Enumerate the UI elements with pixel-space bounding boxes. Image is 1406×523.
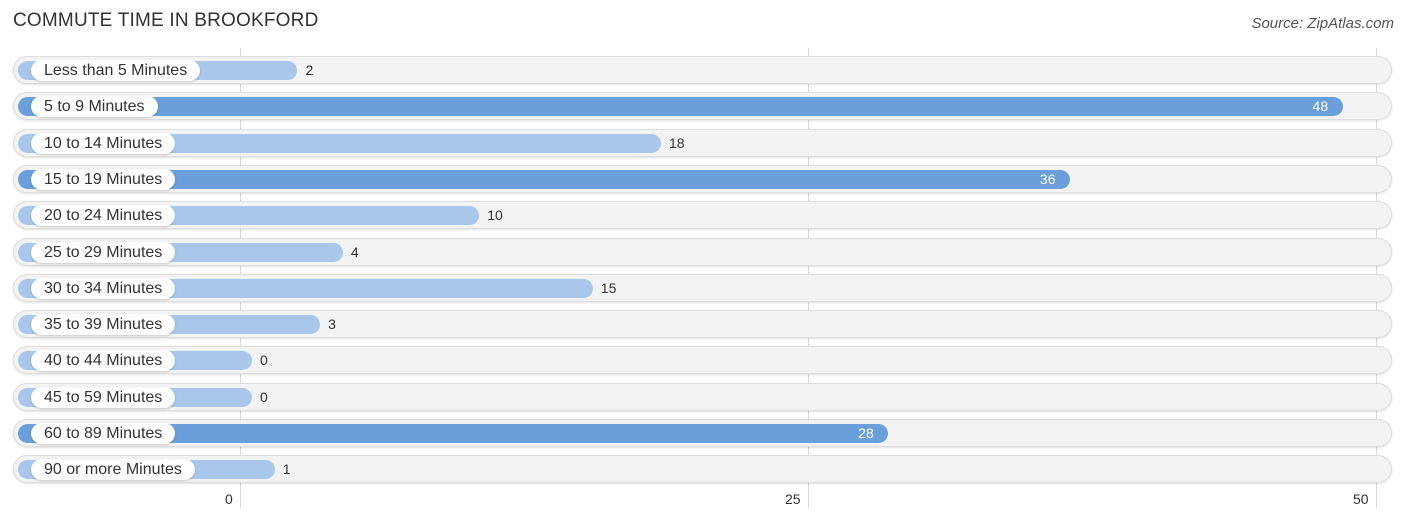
category-label: 5 to 9 Minutes <box>31 95 158 117</box>
value-label: 18 <box>668 135 685 151</box>
category-label: 90 or more Minutes <box>31 458 195 480</box>
category-label: 20 to 24 Minutes <box>31 204 176 226</box>
x-tick-label: 0 <box>225 491 233 507</box>
value-label: 4 <box>350 244 359 260</box>
value-label: 2 <box>305 62 314 78</box>
x-tick-label: 25 <box>785 491 801 507</box>
value-label: 0 <box>260 389 268 405</box>
x-tick-label: 50 <box>1353 491 1369 507</box>
value-label: 10 <box>487 207 503 223</box>
category-label: 25 to 29 Minutes <box>31 241 176 263</box>
category-label: 45 to 59 Minutes <box>31 386 176 408</box>
bar <box>18 96 1343 116</box>
bar-chart: Less than 5 Minutes 2 5 to 9 Minutes 48 10 t… <box>0 0 1406 523</box>
value-label: 48 <box>1312 98 1329 114</box>
category-label: 40 to 44 Minutes <box>31 349 176 371</box>
value-label: 36 <box>1039 171 1056 187</box>
category-label: 35 to 39 Minutes <box>31 313 176 335</box>
category-label: Less than 5 Minutes <box>31 59 201 81</box>
bar <box>18 169 1070 189</box>
value-label: 3 <box>328 316 336 332</box>
category-label: 30 to 34 Minutes <box>31 277 176 299</box>
category-label: 10 to 14 Minutes <box>31 132 176 154</box>
category-label: 60 to 89 Minutes <box>31 422 176 444</box>
value-label: 0 <box>260 352 268 368</box>
value-label: 1 <box>282 461 291 477</box>
value-label: 15 <box>600 280 617 296</box>
value-label: 28 <box>858 425 874 441</box>
category-label: 15 to 19 Minutes <box>31 168 176 190</box>
